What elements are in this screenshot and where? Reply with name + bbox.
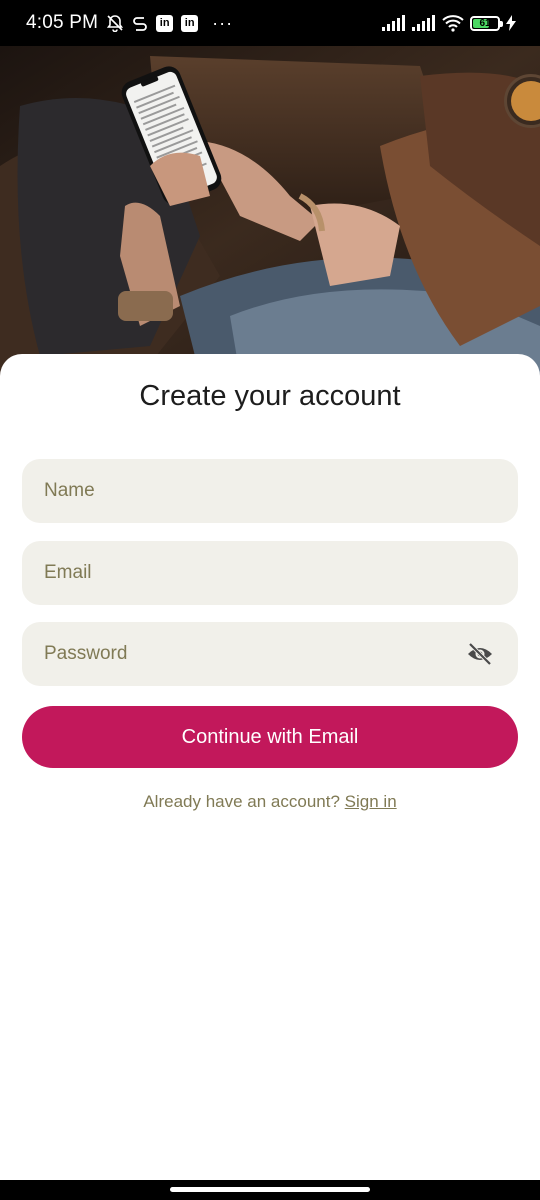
- battery-level: 61: [479, 17, 491, 29]
- status-left: 4:05 PM in in ···: [26, 0, 233, 46]
- signin-row: Already have an account? Sign in: [0, 792, 540, 812]
- signal-icon: [382, 15, 406, 31]
- signin-link[interactable]: Sign in: [345, 792, 397, 811]
- email-field[interactable]: [22, 541, 518, 605]
- status-bar: 4:05 PM in in ··· 61: [0, 0, 540, 46]
- signal-icon: [412, 15, 436, 31]
- signin-prompt: Already have an account?: [143, 792, 340, 811]
- linkedin-icon: in: [181, 14, 199, 32]
- charging-icon: [506, 15, 516, 31]
- email-input[interactable]: [44, 562, 444, 584]
- mute-bell-icon: [106, 14, 124, 32]
- status-right: 61: [382, 0, 516, 46]
- linkedin-icon: in: [156, 14, 174, 32]
- status-time: 4:05 PM: [26, 12, 99, 33]
- signup-sheet: Create your account Continue with Email …: [0, 354, 540, 1180]
- battery-icon: 61: [470, 15, 503, 31]
- page-title: Create your account: [139, 380, 401, 412]
- password-input[interactable]: [44, 643, 444, 665]
- name-input[interactable]: [44, 480, 444, 502]
- continue-with-email-button[interactable]: Continue with Email: [22, 706, 518, 768]
- sync-icon: [132, 14, 148, 32]
- home-indicator[interactable]: [170, 1187, 370, 1192]
- password-field[interactable]: [22, 622, 518, 686]
- hero-image: [0, 46, 540, 376]
- name-field[interactable]: [22, 459, 518, 523]
- fab-icon: [511, 81, 540, 121]
- more-notifications-icon: ···: [212, 12, 234, 33]
- navigation-bar: [0, 1180, 540, 1200]
- wifi-icon: [442, 14, 464, 32]
- eye-off-icon[interactable]: [466, 640, 494, 668]
